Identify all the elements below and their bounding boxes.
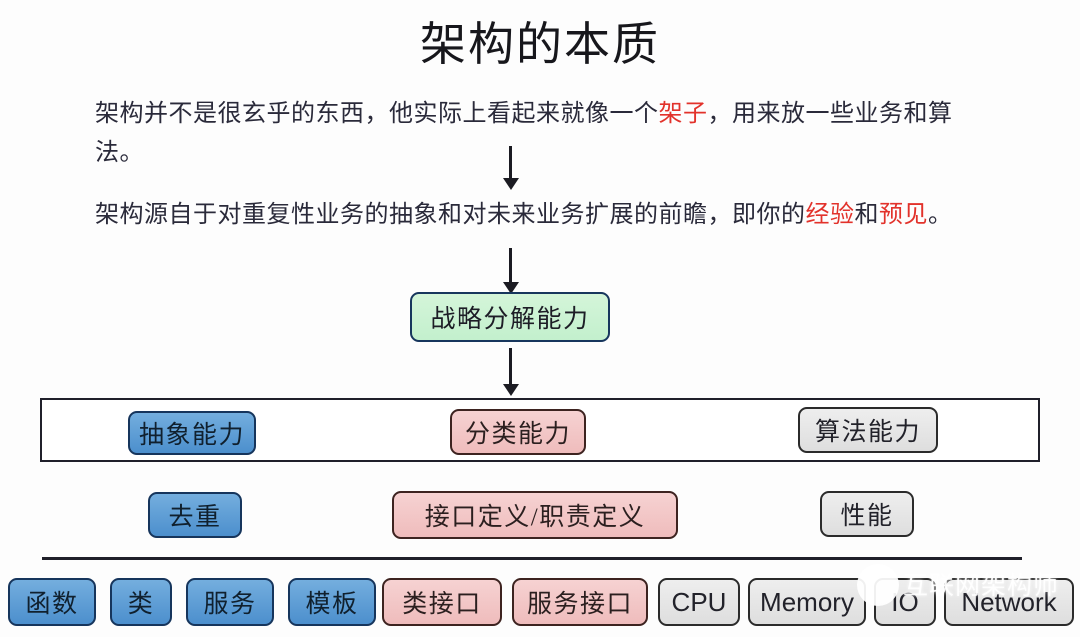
highlighted-term: 架子 (658, 101, 708, 127)
highlighted-term: 经验 (805, 202, 855, 228)
paragraph-text: 架构并不是很玄乎的东西，他实际上看起来就像一个 (95, 101, 659, 127)
node-strategy-decomposition[interactable]: 战略分解能力 (410, 292, 610, 342)
paragraph-architecture-origin: 架构源自于对重复性业务的抽象和对未来业务扩展的前瞻，即你的经验和预见。 (95, 196, 975, 235)
node-io[interactable]: IO (874, 578, 936, 626)
slide-canvas: 架构的本质 架构并不是很玄乎的东西，他实际上看起来就像一个架子，用来放一些业务和… (0, 0, 1080, 637)
node-service[interactable]: 服务 (186, 578, 274, 626)
node-memory[interactable]: Memory (748, 578, 866, 626)
node-function[interactable]: 函数 (8, 578, 96, 626)
node-service-interface[interactable]: 服务接口 (512, 578, 648, 626)
paragraph-architecture-definition: 架构并不是很玄乎的东西，他实际上看起来就像一个架子，用来放一些业务和算法。 (95, 95, 975, 173)
node-performance[interactable]: 性能 (820, 491, 914, 537)
node-cpu[interactable]: CPU (658, 578, 740, 626)
node-abstraction-capability[interactable]: 抽象能力 (128, 411, 256, 455)
node-class-interface[interactable]: 类接口 (382, 578, 502, 626)
page-title: 架构的本质 (420, 19, 660, 70)
paragraph-text: 。 (928, 202, 953, 228)
node-template[interactable]: 模板 (288, 578, 376, 626)
arrow-down-para2-to-strategy (509, 248, 512, 284)
arrow-down-strategy-to-capabilities (509, 348, 512, 386)
node-deduplication[interactable]: 去重 (148, 492, 242, 538)
node-interface-responsibility-definition[interactable]: 接口定义/职责定义 (392, 491, 678, 539)
section-divider (42, 557, 1022, 560)
highlighted-term: 预见 (879, 202, 928, 228)
node-network[interactable]: Network (944, 578, 1074, 626)
arrow-down-para1-to-para2 (509, 146, 512, 180)
node-algorithm-capability[interactable]: 算法能力 (798, 407, 938, 453)
paragraph-text: 架构源自于对重复性业务的抽象和对未来业务扩展的前瞻，即你的 (95, 202, 806, 228)
node-classification-capability[interactable]: 分类能力 (450, 409, 586, 455)
paragraph-text: 和 (854, 202, 879, 228)
node-class[interactable]: 类 (110, 578, 172, 626)
